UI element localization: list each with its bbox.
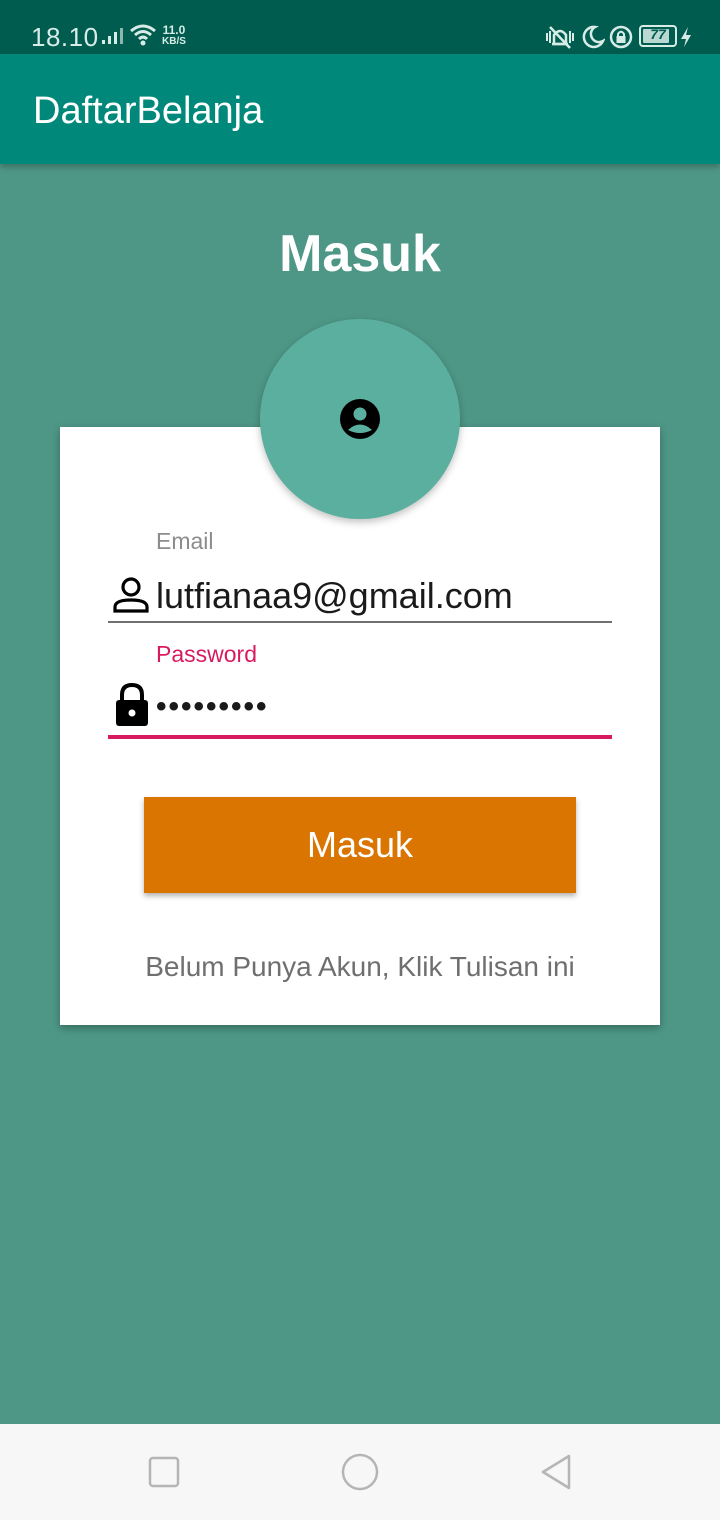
wifi-icon [130, 24, 156, 46]
account-circle-icon [340, 399, 380, 439]
vibrate-icon [546, 26, 574, 49]
battery-level: 77 [650, 26, 666, 42]
login-button[interactable]: Masuk [144, 797, 576, 893]
email-underline [108, 621, 612, 623]
back-icon[interactable] [534, 1450, 578, 1494]
navigation-bar [0, 1424, 720, 1520]
login-screen: 18.10 11.0 KB/S 77 DaftarBelanja Masuk E… [0, 0, 720, 1520]
app-bar: DaftarBelanja [0, 54, 720, 164]
lock-rotate-icon [609, 25, 633, 49]
page-title: Masuk [279, 225, 441, 283]
net-speed: 11.0 KB/S [162, 24, 186, 48]
email-label: Email [156, 528, 214, 554]
charging-icon [681, 27, 691, 47]
password-label: Password [156, 641, 257, 667]
net-speed-unit: KB/S [162, 36, 186, 47]
password-underline [108, 735, 612, 739]
register-link[interactable]: Belum Punya Akun, Klik Tulisan ini [0, 951, 720, 983]
signal-icon [102, 28, 123, 44]
home-icon[interactable] [338, 1450, 382, 1494]
email-input[interactable] [156, 574, 606, 618]
net-speed-value: 11.0 [162, 23, 186, 37]
person-icon [113, 577, 149, 613]
recents-icon[interactable] [142, 1450, 186, 1494]
app-title: DaftarBelanja [33, 90, 264, 132]
status-time: 18.10 [31, 22, 99, 52]
password-input[interactable] [156, 685, 606, 729]
avatar [260, 319, 460, 519]
status-bar: 18.10 11.0 KB/S 77 [0, 0, 720, 54]
moon-icon [582, 25, 605, 49]
battery-icon: 77 [639, 25, 677, 47]
lock-icon [116, 683, 148, 726]
